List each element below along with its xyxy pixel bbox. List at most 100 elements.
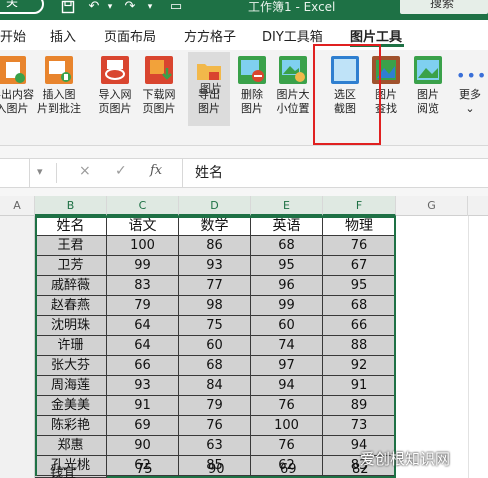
insert-picture-comment-button[interactable]: 插入图 片到批注 bbox=[34, 56, 84, 116]
download-web-picture-button[interactable]: 下载网 页图片 bbox=[138, 56, 180, 116]
table-cell[interactable]: 66 bbox=[323, 316, 396, 336]
header-cell-chinese[interactable]: 语文 bbox=[107, 216, 179, 236]
formula-input[interactable]: 姓名 bbox=[182, 159, 488, 187]
table-cell[interactable]: 91 bbox=[107, 396, 179, 416]
tab-home[interactable]: 开始 bbox=[0, 26, 26, 45]
name-box-dropdown-icon[interactable]: ▾ bbox=[37, 165, 43, 178]
table-cell[interactable]: 94 bbox=[251, 376, 323, 396]
table-cell[interactable]: 95 bbox=[323, 276, 396, 296]
autosave-toggle[interactable]: 关 bbox=[0, 0, 44, 14]
table-cell[interactable]: 79 bbox=[179, 396, 251, 416]
table-cell[interactable]: 戚醉薇 bbox=[35, 276, 107, 296]
table-cell[interactable]: 64 bbox=[107, 336, 179, 356]
table-cell[interactable]: 76 bbox=[251, 436, 323, 456]
table-cell[interactable]: 97 bbox=[251, 356, 323, 376]
table-cell[interactable]: 周海莲 bbox=[35, 376, 107, 396]
table-cell[interactable]: 93 bbox=[179, 256, 251, 276]
table-cell[interactable]: 沈明珠 bbox=[35, 316, 107, 336]
table-cell[interactable]: 100 bbox=[251, 416, 323, 436]
tab-insert[interactable]: 插入 bbox=[50, 26, 76, 45]
header-cell-math[interactable]: 数学 bbox=[179, 216, 251, 236]
table-cell[interactable]: 郑惠 bbox=[35, 436, 107, 456]
undo-icon[interactable]: ↶ bbox=[86, 0, 102, 14]
table-cell[interactable]: 98 bbox=[179, 296, 251, 316]
cancel-icon[interactable]: × bbox=[79, 163, 91, 179]
table-cell[interactable]: 99 bbox=[107, 256, 179, 276]
column-header-b[interactable]: B bbox=[35, 196, 107, 216]
header-cell-physics[interactable]: 物理 bbox=[323, 216, 396, 236]
table-cell[interactable]: 76 bbox=[251, 396, 323, 416]
table-cell[interactable]: 68 bbox=[251, 236, 323, 256]
table-cell[interactable]: 张大芬 bbox=[35, 356, 107, 376]
table-cell[interactable]: 67 bbox=[323, 256, 396, 276]
search-box[interactable]: 搜索 bbox=[400, 0, 488, 14]
column-header-c[interactable]: C bbox=[107, 196, 179, 216]
table-cell[interactable]: 68 bbox=[179, 356, 251, 376]
tab-fangfang[interactable]: 方方格子 bbox=[184, 26, 236, 45]
import-web-picture-button[interactable]: 导入网 页图片 bbox=[94, 56, 136, 116]
undo-dropdown-icon[interactable]: ▾ bbox=[102, 0, 118, 14]
table-cell[interactable]: 69 bbox=[107, 416, 179, 436]
column-header-a[interactable]: A bbox=[0, 196, 35, 216]
column-header-f[interactable]: F bbox=[323, 196, 396, 216]
table-cell[interactable]: 86 bbox=[179, 236, 251, 256]
redo-icon[interactable]: ↷ bbox=[122, 0, 138, 14]
table-cell[interactable]: 74 bbox=[251, 336, 323, 356]
header-cell-name[interactable]: 姓名 bbox=[35, 216, 107, 236]
table-cell[interactable]: 96 bbox=[251, 276, 323, 296]
export-content-button[interactable]: 导出内容 入图片 bbox=[0, 56, 34, 116]
table-cell[interactable]: 100 bbox=[107, 236, 179, 256]
table-cell[interactable]: 赵春燕 bbox=[35, 296, 107, 316]
table-cell[interactable]: 卫芳 bbox=[35, 256, 107, 276]
screen-icon[interactable]: ▭ bbox=[168, 0, 184, 14]
table-cell[interactable]: 95 bbox=[251, 256, 323, 276]
table-cell[interactable]: 99 bbox=[251, 296, 323, 316]
more-button[interactable]: 更多 ⌄ bbox=[452, 88, 488, 116]
table-cell[interactable]: 77 bbox=[179, 276, 251, 296]
more-icon: ••• bbox=[456, 66, 488, 85]
table-cell[interactable]: 63 bbox=[179, 436, 251, 456]
search-label: 搜索 bbox=[430, 0, 455, 10]
table-cell[interactable]: 68 bbox=[323, 296, 396, 316]
table-cell[interactable]: 73 bbox=[323, 416, 396, 436]
table-cell[interactable]: 王君 bbox=[35, 236, 107, 256]
table-cell[interactable]: 许珊 bbox=[35, 336, 107, 356]
row-header-column[interactable] bbox=[0, 216, 35, 478]
table-cell[interactable]: 92 bbox=[323, 356, 396, 376]
confirm-icon[interactable]: ✓ bbox=[115, 163, 127, 179]
table-cell[interactable]: 金美美 bbox=[35, 396, 107, 416]
table-cell[interactable]: 60 bbox=[179, 336, 251, 356]
tab-diy-toolbox[interactable]: DIY工具箱 bbox=[262, 26, 323, 45]
tab-picture-tools[interactable]: 图片工具 bbox=[350, 26, 402, 45]
customize-toolbar-icon[interactable]: ▾ bbox=[142, 0, 158, 14]
picture-view-button[interactable]: 图片 阅览 bbox=[410, 56, 446, 116]
table-cell[interactable]: 83 bbox=[107, 276, 179, 296]
column-header-d[interactable]: D bbox=[179, 196, 251, 216]
table-cell[interactable]: 93 bbox=[107, 376, 179, 396]
tab-page-layout[interactable]: 页面布局 bbox=[104, 26, 156, 45]
table-cell[interactable]: 91 bbox=[323, 376, 396, 396]
table-cell[interactable]: 64 bbox=[107, 316, 179, 336]
table-cell[interactable]: 89 bbox=[323, 396, 396, 416]
picture-size-position-button[interactable]: 图片大 小位置 bbox=[272, 56, 314, 116]
empty-cells-area[interactable] bbox=[396, 216, 488, 478]
table-cell[interactable]: 79 bbox=[107, 296, 179, 316]
partial-row-english: 69 bbox=[280, 462, 297, 477]
name-box[interactable] bbox=[0, 159, 30, 187]
table-cell[interactable]: 66 bbox=[107, 356, 179, 376]
header-cell-english[interactable]: 英语 bbox=[251, 216, 323, 236]
table-cell[interactable]: 75 bbox=[179, 316, 251, 336]
download-web-picture-icon bbox=[145, 56, 173, 84]
column-header-e[interactable]: E bbox=[251, 196, 323, 216]
table-cell[interactable]: 84 bbox=[179, 376, 251, 396]
table-cell[interactable]: 76 bbox=[179, 416, 251, 436]
table-cell[interactable]: 88 bbox=[323, 336, 396, 356]
table-cell[interactable]: 60 bbox=[251, 316, 323, 336]
table-cell[interactable]: 陈彩艳 bbox=[35, 416, 107, 436]
table-cell[interactable]: 90 bbox=[107, 436, 179, 456]
save-icon[interactable] bbox=[60, 0, 76, 14]
table-cell[interactable]: 76 bbox=[323, 236, 396, 256]
column-header-g[interactable]: G bbox=[396, 196, 468, 216]
delete-picture-button[interactable]: 删除 图片 bbox=[234, 56, 270, 116]
insert-function-icon[interactable]: fx bbox=[150, 163, 162, 178]
